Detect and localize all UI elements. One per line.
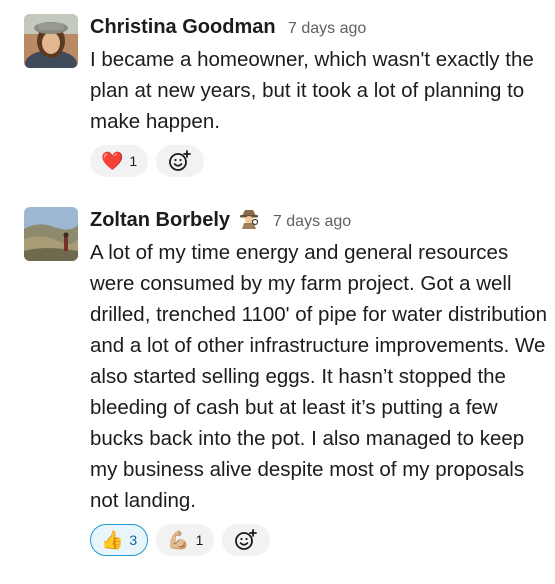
reaction-count: 3	[129, 532, 138, 548]
message-text: A lot of my time energy and general reso…	[90, 241, 548, 512]
reaction-bar: ❤️ 1	[90, 145, 550, 177]
author-name[interactable]: Christina Goodman	[90, 16, 276, 38]
flexed-biceps-icon: 💪🏼	[167, 530, 190, 550]
add-reaction-button[interactable]	[222, 524, 271, 556]
reaction-flexed-biceps[interactable]: 💪🏼 1	[156, 524, 215, 556]
author-name[interactable]: Zoltan Borbely	[90, 209, 230, 231]
avatar[interactable]	[24, 14, 78, 68]
avatar[interactable]	[24, 207, 78, 261]
add-emoji-icon	[235, 529, 258, 550]
add-reaction-button[interactable]	[156, 145, 205, 177]
add-emoji-icon	[169, 150, 192, 171]
reaction-heart[interactable]: ❤️ 1	[90, 145, 149, 177]
reaction-count: 1	[195, 532, 204, 548]
timestamp[interactable]: 7 days ago	[288, 20, 366, 37]
reaction-bar: 👍 3 💪🏼 1	[90, 524, 550, 556]
message-text: I became a homeowner, which wasn't exact…	[90, 48, 534, 133]
reaction-count: 1	[129, 153, 138, 169]
detective-icon[interactable]	[238, 207, 260, 229]
heart-icon: ❤️	[101, 151, 124, 171]
thumbs-up-icon: 👍	[101, 530, 124, 550]
timestamp[interactable]: 7 days ago	[273, 213, 351, 230]
reaction-thumbs-up[interactable]: 👍 3	[90, 524, 149, 556]
